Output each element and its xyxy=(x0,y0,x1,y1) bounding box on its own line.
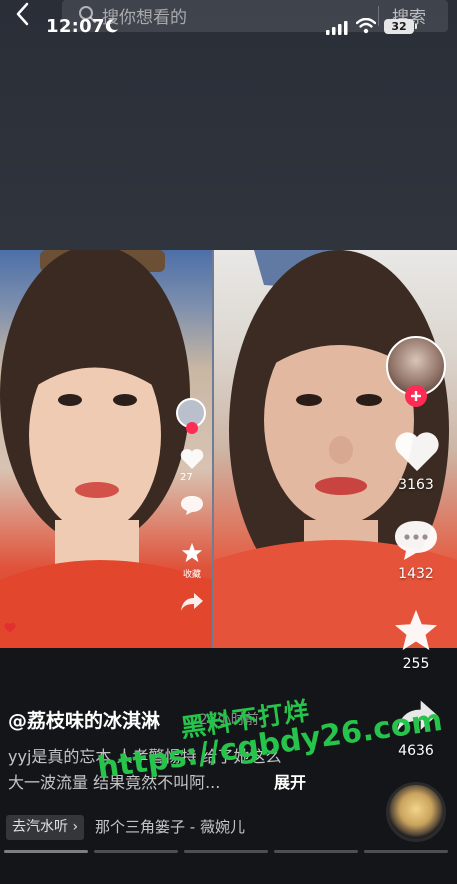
inner-favorite-label: 收藏 xyxy=(183,570,202,580)
inner-follow-plus xyxy=(186,422,198,434)
progress-segment xyxy=(274,850,358,853)
expand-button[interactable]: 展开 xyxy=(274,769,306,793)
video-player[interactable]: 27 收藏 xyxy=(0,250,457,648)
comment-icon[interactable] xyxy=(393,518,439,562)
inner-heart-icon xyxy=(180,449,204,469)
share-count: 4636 xyxy=(398,743,434,759)
moon-icon xyxy=(105,19,118,33)
music-disc[interactable] xyxy=(386,782,446,842)
progress-segment xyxy=(184,850,268,853)
top-area xyxy=(0,0,457,250)
progress-segment xyxy=(94,850,178,853)
follow-plus-icon[interactable] xyxy=(405,385,427,407)
status-time: 12:07 xyxy=(46,16,105,37)
favorite-count: 255 xyxy=(402,656,430,672)
battery-indicator: 32 xyxy=(384,19,414,34)
inner-star-icon xyxy=(181,542,203,563)
music-title[interactable]: 那个三角篓子 - 薇婉儿 xyxy=(95,816,245,837)
like-count: 3163 xyxy=(398,477,434,493)
progress-segments xyxy=(4,850,453,854)
inner-like-count: 27 xyxy=(180,472,193,483)
wifi-icon xyxy=(356,18,376,34)
progress-segment xyxy=(364,850,448,853)
back-icon[interactable] xyxy=(8,0,38,30)
star-icon[interactable] xyxy=(393,608,439,652)
author-name[interactable]: @荔枝味的冰淇淋 xyxy=(8,706,160,733)
inner-comment-icon xyxy=(181,496,203,515)
battery-tip xyxy=(415,24,417,29)
search-divider xyxy=(378,6,379,26)
progress-segment xyxy=(4,850,88,853)
heart-icon[interactable] xyxy=(394,430,440,472)
inner-share-icon xyxy=(181,593,203,611)
signal-icon xyxy=(326,21,348,35)
video-pane-left: 27 收藏 xyxy=(0,250,212,648)
music-tag-button[interactable]: 去汽水听 › xyxy=(6,815,85,840)
inner-small-heart-icon xyxy=(4,623,16,633)
comment-count: 1432 xyxy=(398,566,434,582)
